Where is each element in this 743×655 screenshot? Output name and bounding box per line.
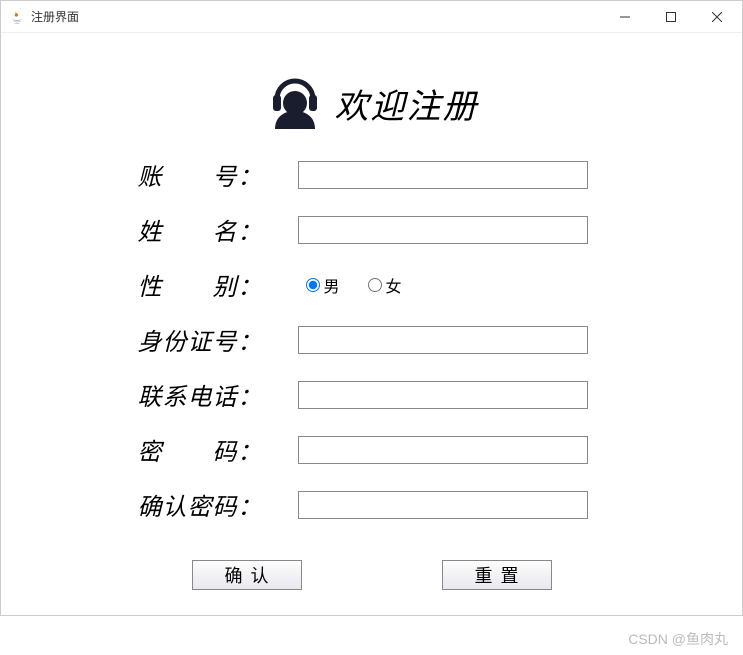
phone-row: 联系电话： <box>122 377 622 412</box>
gender-female-label: 女 <box>386 273 402 297</box>
name-row: 姓 名： <box>122 212 622 247</box>
minimize-button[interactable] <box>602 2 648 32</box>
gender-female-option[interactable]: 女 <box>368 273 402 297</box>
confirm-label: 确认密码： <box>122 487 298 522</box>
account-row: 账 号： <box>122 157 622 192</box>
account-input[interactable] <box>298 161 588 189</box>
confirm-input[interactable] <box>298 491 588 519</box>
watermark: CSDN @鱼肉丸 <box>628 629 728 649</box>
window-controls <box>602 2 740 32</box>
gender-male-option[interactable]: 男 <box>306 273 340 297</box>
page-title: 欢迎注册 <box>335 79 479 128</box>
close-button[interactable] <box>694 2 740 32</box>
header-area: 欢迎注册 <box>1 73 742 133</box>
registration-form: 账 号： 姓 名： 性 别： 男 女 <box>1 157 742 522</box>
gender-radio-group: 男 女 <box>298 273 402 297</box>
password-row: 密 码： <box>122 432 622 467</box>
idcard-label: 身份证号： <box>122 322 298 357</box>
titlebar: 注册界面 <box>1 1 742 33</box>
button-row: 确认 重置 <box>1 560 742 590</box>
idcard-row: 身份证号： <box>122 322 622 357</box>
confirm-button[interactable]: 确认 <box>192 560 302 590</box>
gender-female-radio[interactable] <box>368 278 382 292</box>
content-area: 欢迎注册 账 号： 姓 名： 性 别： 男 <box>1 73 742 655</box>
name-input[interactable] <box>298 216 588 244</box>
name-label: 姓 名： <box>122 212 298 247</box>
reset-button[interactable]: 重置 <box>442 560 552 590</box>
confirm-row: 确认密码： <box>122 487 622 522</box>
window-frame: 注册界面 欢迎注册 <box>0 0 743 616</box>
phone-input[interactable] <box>298 381 588 409</box>
phone-label: 联系电话： <box>122 377 298 412</box>
idcard-input[interactable] <box>298 326 588 354</box>
java-icon <box>9 9 25 25</box>
titlebar-left: 注册界面 <box>9 8 79 25</box>
password-input[interactable] <box>298 436 588 464</box>
account-label: 账 号： <box>122 157 298 192</box>
maximize-button[interactable] <box>648 2 694 32</box>
password-label: 密 码： <box>122 432 298 467</box>
gender-row: 性 别： 男 女 <box>122 267 622 302</box>
headset-avatar-icon <box>265 73 325 133</box>
window-title: 注册界面 <box>31 8 79 25</box>
gender-label: 性 别： <box>122 267 298 302</box>
gender-male-label: 男 <box>324 273 340 297</box>
gender-male-radio[interactable] <box>306 278 320 292</box>
